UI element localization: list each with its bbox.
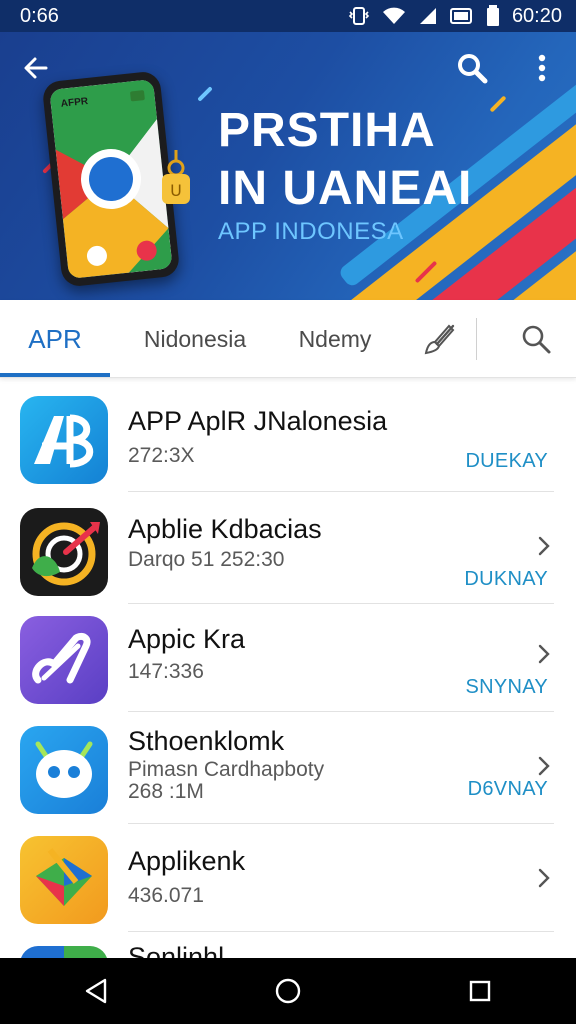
status-time: 0:66 bbox=[20, 4, 59, 27]
app-meta: 272:3X bbox=[128, 444, 195, 467]
app-meta: 436.071 bbox=[128, 884, 204, 907]
overflow-menu-button[interactable] bbox=[524, 48, 560, 88]
app-size: 268 :1M bbox=[128, 780, 204, 803]
kite-app-icon bbox=[20, 836, 108, 924]
ap-logo-icon bbox=[20, 396, 108, 484]
search-icon bbox=[522, 325, 551, 354]
screen: 0:66 60:20 AFPR U PRSTIHA IN UANEAI APP … bbox=[0, 0, 576, 1024]
banner-subtitle: APP INDONESA bbox=[218, 218, 404, 245]
app-name: Sthoenklomk bbox=[128, 726, 285, 756]
nav-recents-button[interactable] bbox=[450, 961, 510, 1021]
app-meta: Pimasn Cardhapboty bbox=[128, 758, 325, 781]
back-button[interactable] bbox=[18, 50, 54, 86]
tab-divider bbox=[476, 318, 477, 360]
download-button[interactable]: DUKNAY bbox=[464, 568, 548, 591]
battery-icon bbox=[449, 8, 472, 24]
row-divider bbox=[128, 491, 554, 492]
phone-tag bbox=[129, 90, 145, 102]
nav-recents-icon bbox=[469, 980, 491, 1002]
banner-title-line2: IN UANEAI bbox=[218, 162, 473, 215]
list-item[interactable]: Sthoenklomk Pimasn Cardhapboty 268 :1M D… bbox=[0, 714, 576, 824]
lock-tag-icon: U bbox=[162, 150, 190, 204]
wifi-icon bbox=[382, 7, 405, 24]
vibrate-icon bbox=[348, 7, 370, 25]
battery-full-icon bbox=[486, 5, 499, 26]
more-vert-icon bbox=[538, 54, 546, 82]
decor-dash bbox=[489, 95, 507, 113]
row-divider bbox=[128, 711, 554, 712]
list-item[interactable]: Applikenk 436.071 bbox=[0, 824, 576, 932]
tab-ndemy[interactable]: Ndemy bbox=[280, 300, 390, 378]
chevron-right-icon[interactable] bbox=[534, 754, 554, 778]
download-button[interactable]: D6VNAY bbox=[468, 778, 548, 801]
decor-dash bbox=[197, 86, 213, 102]
tab-search-button[interactable] bbox=[505, 300, 567, 378]
chevron-right-icon[interactable] bbox=[534, 534, 554, 558]
app-meta: 147:336 bbox=[128, 660, 204, 683]
tab-active-indicator bbox=[0, 373, 110, 377]
svg-text:U: U bbox=[170, 181, 182, 200]
app-name: Apblie Kdbacias bbox=[128, 514, 322, 544]
brush-button[interactable] bbox=[410, 300, 470, 378]
phone-screen: AFPR bbox=[49, 79, 173, 279]
robot-app-icon bbox=[20, 726, 108, 814]
brush-icon bbox=[424, 324, 455, 355]
header-banner: AFPR U PRSTIHA IN UANEAI APP INDONESA bbox=[0, 32, 576, 300]
system-nav-bar bbox=[0, 958, 576, 1024]
nav-back-icon bbox=[85, 978, 107, 1004]
list-item[interactable]: APP AplR JNalonesia 272:3X DUEKAY bbox=[0, 384, 576, 492]
target-app-icon bbox=[20, 508, 108, 596]
nav-home-button[interactable] bbox=[258, 961, 318, 1021]
nav-back-button[interactable] bbox=[66, 961, 126, 1021]
list-item[interactable]: Appic Kra 147:336 SNYNAY bbox=[0, 604, 576, 712]
tab-label: Ndemy bbox=[298, 325, 372, 352]
app-meta: Darqo 51 252:30 bbox=[128, 548, 285, 571]
chevron-right-icon[interactable] bbox=[534, 866, 554, 890]
app-name: Appic Kra bbox=[128, 624, 246, 654]
download-button[interactable]: DUEKAY bbox=[465, 450, 548, 473]
status-icons: 60:20 bbox=[348, 5, 562, 28]
status-bar: 0:66 60:20 bbox=[0, 0, 576, 32]
tab-label: APR bbox=[28, 323, 82, 354]
tab-bar: APR Nidonesia Ndemy bbox=[0, 300, 576, 378]
tab-apr[interactable]: APR bbox=[0, 300, 110, 378]
banner-title: PRSTIHA IN UANEAI bbox=[218, 102, 472, 218]
chevron-right-icon[interactable] bbox=[534, 642, 554, 666]
nav-home-icon bbox=[275, 978, 301, 1004]
app-name: Applikenk bbox=[128, 846, 246, 876]
search-icon bbox=[458, 54, 488, 84]
signal-icon bbox=[419, 8, 436, 24]
download-button[interactable]: SNYNAY bbox=[465, 676, 548, 699]
back-arrow-icon bbox=[24, 57, 48, 79]
list-item[interactable]: Apblie Kdbacias Darqo 51 252:30 DUKNAY bbox=[0, 496, 576, 604]
app-name: APP AplR JNalonesia bbox=[128, 406, 388, 436]
row-divider bbox=[128, 931, 554, 932]
music-app-icon bbox=[20, 616, 108, 704]
status-clock-right: 60:20 bbox=[511, 4, 562, 27]
header-search-button[interactable] bbox=[452, 48, 492, 88]
tab-label: Nidonesia bbox=[143, 325, 247, 352]
banner-title-line1: PRSTIHA bbox=[218, 104, 436, 157]
tab-nidonesia[interactable]: Nidonesia bbox=[120, 300, 270, 378]
